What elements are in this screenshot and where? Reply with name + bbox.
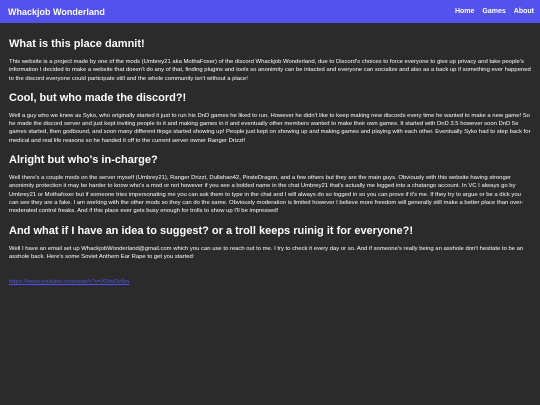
section-body: Well a guy who we knew as Syko, who orig… [9,112,531,144]
section-heading: What is this place damnit! [9,38,145,50]
section-who-in-charge: Alright but who's in-charge? Well there'… [9,154,531,216]
nav-games-link[interactable]: Games [482,8,505,15]
section-body: Well I have an email set up WhackjobWond… [9,245,524,260]
section-heading: Cool, but who made the discord?! [9,91,187,104]
navbar: Whackjob Wonderland Home Games About [0,0,540,23]
site-brand-link[interactable]: Whackjob Wonderland [8,7,105,17]
section-body: This website is a project made by one of… [9,58,531,82]
nav-home-link[interactable]: Home [455,8,474,15]
section-who-made-discord: Cool, but who made the discord?! Well a … [9,92,531,145]
section-heading: Alright but who's in-charge? [9,154,158,167]
main-content: What is this place damnit! This website … [0,23,540,288]
section-what-is-this: What is this place damnit! This website … [9,38,531,83]
nav-about-link[interactable]: About [514,8,534,15]
section-suggestions: And what if I have an idea to suggest? o… [9,225,531,262]
section-body: Well there's a couple mods on the server… [9,174,524,215]
nav-links: Home Games About [455,8,534,15]
youtube-link[interactable]: https://www.youtube.com/watch?v=Xl9wDz9m [9,279,129,285]
section-heading: And what if I have an idea to suggest? o… [9,224,414,237]
